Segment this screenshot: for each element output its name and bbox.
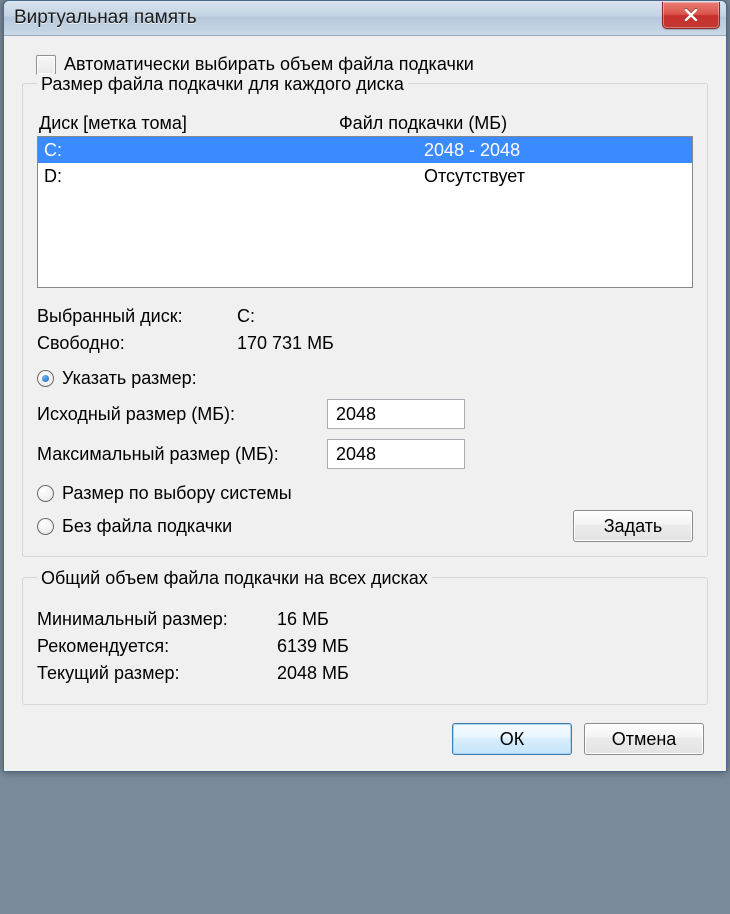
drive-list-headers: Диск [метка тома] Файл подкачки (МБ)	[39, 113, 691, 134]
selected-drive-label: Выбранный диск:	[37, 306, 237, 327]
auto-manage-checkbox[interactable]	[36, 55, 56, 75]
free-space-label: Свободно:	[37, 333, 237, 354]
close-button[interactable]	[662, 2, 720, 29]
totals-group: Общий объем файла подкачки на всех диска…	[22, 577, 708, 705]
min-size-label: Минимальный размер:	[37, 609, 277, 630]
no-pagefile-radio[interactable]	[37, 518, 54, 535]
drive-row[interactable]: C: 2048 - 2048	[38, 137, 692, 163]
per-drive-group-title: Размер файла подкачки для каждого диска	[37, 74, 408, 95]
drive-list[interactable]: C: 2048 - 2048 D: Отсутствует	[37, 136, 693, 288]
min-size-value: 16 МБ	[277, 609, 329, 630]
ok-button[interactable]: ОК	[452, 723, 572, 755]
close-icon	[684, 9, 698, 21]
auto-manage-label: Автоматически выбирать объем файла подка…	[64, 54, 474, 75]
selected-drive-row: Выбранный диск: C:	[37, 306, 693, 327]
min-size-row: Минимальный размер: 16 МБ	[37, 609, 693, 630]
drive-row-pagefile: Отсутствует	[424, 163, 525, 189]
per-drive-group: Размер файла подкачки для каждого диска …	[22, 83, 708, 557]
max-size-row: Максимальный размер (МБ):	[37, 439, 693, 469]
initial-size-input[interactable]	[327, 399, 465, 429]
custom-size-radio[interactable]	[37, 370, 54, 387]
cancel-button[interactable]: Отмена	[584, 723, 704, 755]
totals-group-title: Общий объем файла подкачки на всех диска…	[37, 568, 432, 589]
recommended-size-value: 6139 МБ	[277, 636, 349, 657]
column-pagefile: Файл подкачки (МБ)	[339, 113, 507, 134]
system-managed-label: Размер по выбору системы	[62, 483, 292, 504]
drive-row-label: D:	[44, 163, 424, 189]
titlebar: Виртуальная память	[4, 1, 726, 36]
virtual-memory-dialog: Виртуальная память Автоматически выбират…	[3, 0, 727, 772]
selected-drive-value: C:	[237, 306, 255, 327]
system-managed-option[interactable]: Размер по выбору системы	[37, 483, 693, 504]
drive-row-pagefile: 2048 - 2048	[424, 137, 520, 163]
set-button[interactable]: Задать	[573, 510, 693, 542]
no-pagefile-label: Без файла подкачки	[62, 516, 232, 537]
custom-size-label: Указать размер:	[62, 368, 197, 389]
recommended-size-row: Рекомендуется: 6139 МБ	[37, 636, 693, 657]
drive-row-label: C:	[44, 137, 424, 163]
dialog-buttons: ОК Отмена	[22, 723, 708, 755]
dialog-client: Автоматически выбирать объем файла подка…	[4, 36, 726, 771]
current-size-value: 2048 МБ	[277, 663, 349, 684]
free-space-row: Свободно: 170 731 МБ	[37, 333, 693, 354]
initial-size-row: Исходный размер (МБ):	[37, 399, 693, 429]
auto-manage-row[interactable]: Автоматически выбирать объем файла подка…	[22, 54, 708, 75]
system-managed-radio[interactable]	[37, 485, 54, 502]
initial-size-label: Исходный размер (МБ):	[37, 404, 327, 425]
window-title: Виртуальная память	[14, 7, 197, 29]
column-drive: Диск [метка тома]	[39, 113, 339, 134]
recommended-size-label: Рекомендуется:	[37, 636, 277, 657]
free-space-value: 170 731 МБ	[237, 333, 334, 354]
max-size-input[interactable]	[327, 439, 465, 469]
custom-size-option[interactable]: Указать размер:	[37, 368, 693, 389]
drive-row[interactable]: D: Отсутствует	[38, 163, 692, 189]
no-pagefile-option[interactable]: Без файла подкачки	[37, 516, 232, 537]
current-size-label: Текущий размер:	[37, 663, 277, 684]
current-size-row: Текущий размер: 2048 МБ	[37, 663, 693, 684]
max-size-label: Максимальный размер (МБ):	[37, 444, 327, 465]
